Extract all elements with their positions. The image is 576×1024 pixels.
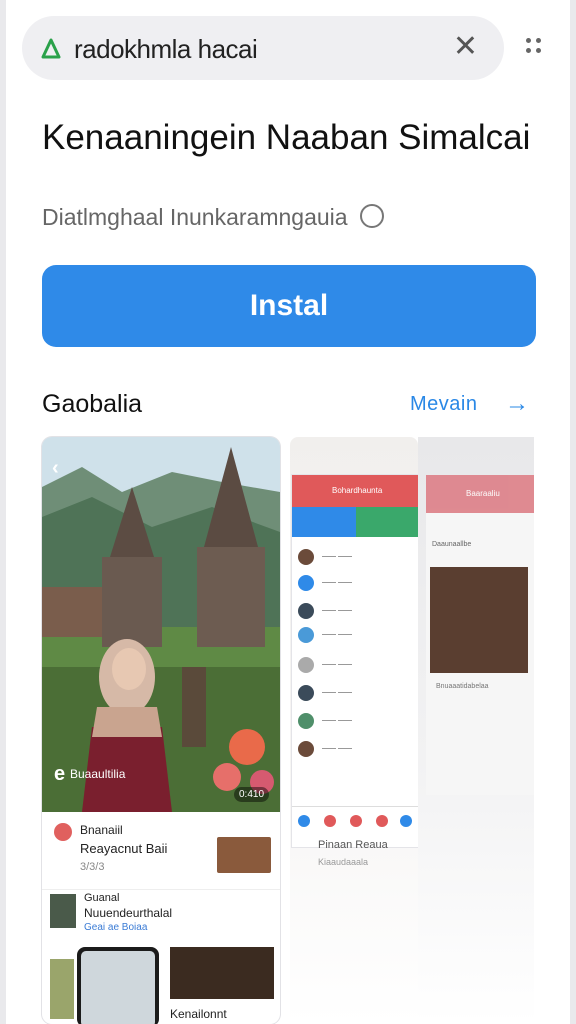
phone-tabs	[292, 507, 418, 537]
app-title: Kenaaningein Naaban Simalcai	[42, 118, 531, 157]
thumbnail	[217, 837, 271, 873]
smiley-icon	[359, 204, 384, 228]
list-item-title: Guanal	[84, 892, 120, 904]
card-footer-meta: Kiaaudaaala	[318, 857, 369, 867]
list-item-text: Nuuendeurthalal	[84, 906, 173, 920]
see-more-link[interactable]: Mevain	[410, 393, 477, 416]
list-item-title: Bnanaiil	[80, 823, 123, 837]
list-item-meta: 3/3/3	[80, 861, 105, 873]
phone-header-title: Baaraaliu	[466, 489, 500, 498]
thumbnail	[170, 947, 274, 999]
phone-screenshot: Baaraaliu Daaunaallbe Bnuaaatidabelaa	[426, 475, 534, 795]
screenshot-card-2[interactable]: Bohardhaunta —— —— —— —— —— —— —— —— —— …	[290, 437, 418, 1024]
media-label: Kenailonnt	[170, 1007, 227, 1021]
back-arrow-icon[interactable]: ‹	[52, 457, 59, 480]
lock-icon	[41, 38, 61, 59]
page-edge-left	[0, 0, 6, 1024]
more-icon[interactable]	[524, 38, 544, 58]
avatar	[54, 823, 72, 841]
list-item[interactable]: Guanal Nuuendeurthalal Geai ae Boiaa	[42, 889, 280, 950]
gallery-heading: Gaobalia	[42, 390, 143, 418]
list-item-text: Reayacnut Baii	[80, 841, 168, 856]
app-subtitle: Diatlmghaal Inunkaramngauia	[42, 204, 384, 231]
url-text[interactable]: radokhmla hacai	[74, 34, 258, 65]
card-footer-title: Pinaan Reaua	[318, 839, 388, 851]
phone-row-text: Daaunaallbe	[432, 541, 472, 548]
phone-header: Baaraaliu	[426, 475, 534, 513]
app-subtitle-text: Diatlmghaal Inunkaramngauia	[42, 204, 348, 230]
media-row[interactable]: Kenailonnt	[42, 947, 280, 1024]
arrow-right-icon[interactable]: →	[505, 390, 529, 418]
phone-nav	[426, 765, 534, 785]
page-edge-right	[570, 0, 576, 1024]
phone-header: Bohardhaunta	[292, 475, 418, 507]
phone-caption: Bnuaaatidabelaa	[436, 683, 489, 690]
install-button[interactable]: Instal	[42, 265, 536, 347]
thumbnail	[50, 959, 74, 1019]
phone-thumbnail	[77, 947, 159, 1024]
duration-badge: 0:410	[234, 787, 270, 802]
close-icon[interactable]: ✕	[453, 32, 478, 62]
list-item-meta: Geai ae Boiaa	[84, 922, 148, 933]
screenshot-card-3[interactable]: Baaraaliu Daaunaallbe Bnuaaatidabelaa	[418, 437, 534, 1024]
avatar	[50, 894, 76, 928]
temple-photo: ‹ e Buaaultilia 0:410	[42, 437, 280, 812]
screenshot-card-1[interactable]: ‹ e Buaaultilia 0:410 Bnanaiil Reayacnut…	[42, 437, 280, 1024]
address-bar[interactable]: radokhmla hacai ✕	[22, 16, 504, 80]
photo-caption: Buaaultilia	[70, 767, 126, 781]
phone-header-title: Bohardhaunta	[332, 486, 383, 495]
logo-icon: e	[54, 763, 66, 785]
phone-screenshot: Bohardhaunta —— —— —— —— —— —— —— —— —— …	[292, 475, 418, 847]
list-item[interactable]: Bnanaiil Reayacnut Baii 3/3/3	[42, 817, 280, 887]
thumbnail	[430, 567, 528, 673]
